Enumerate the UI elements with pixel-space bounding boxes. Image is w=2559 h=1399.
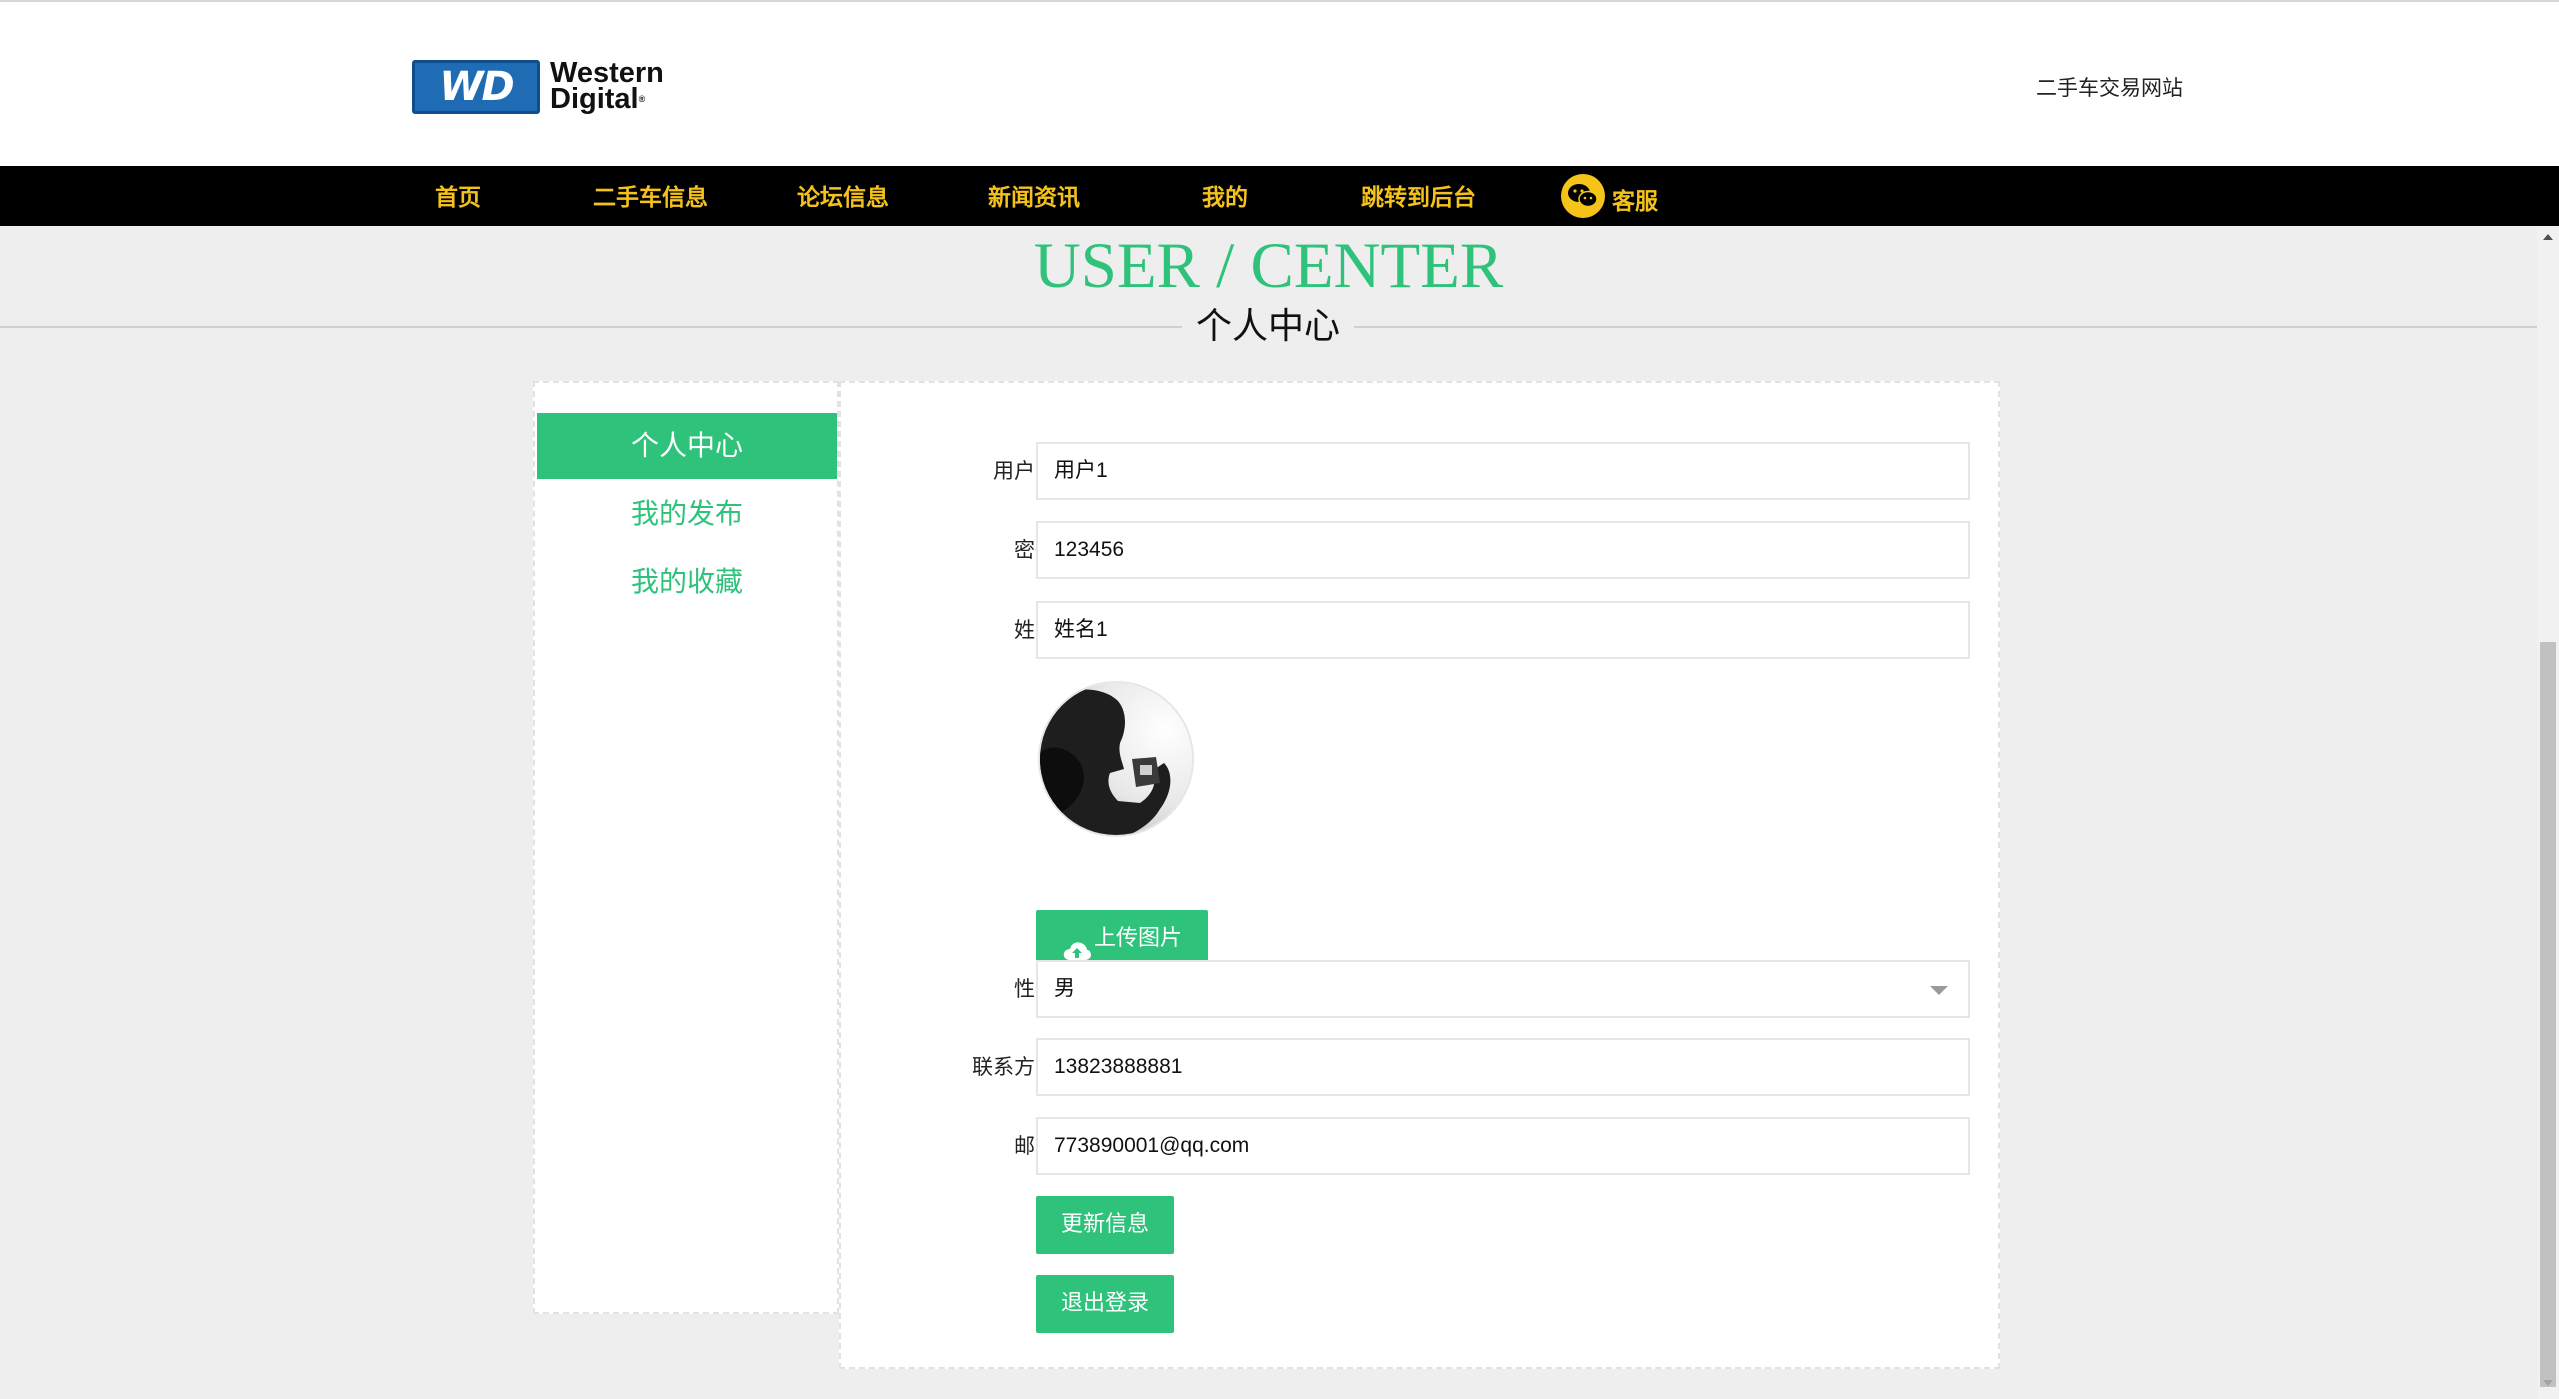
- username-field[interactable]: 用户1: [1036, 442, 1970, 500]
- header: WD Western Digital® 二手车交易网站: [0, 2, 2559, 166]
- sidebar-item-user-center[interactable]: 个人中心: [537, 413, 837, 479]
- sidebar: 个人中心 我的发布 我的收藏: [533, 381, 839, 1314]
- email-label: 邮箱: [1014, 1134, 1056, 1158]
- logo-line2: Digital®: [550, 83, 646, 115]
- scroll-down-icon[interactable]: [2543, 1380, 2553, 1386]
- nav-mine[interactable]: 我的: [1202, 166, 1248, 226]
- nav-news[interactable]: 新闻资讯: [988, 166, 1080, 226]
- profile-form: 用户名 用户1 密码 123456 姓名 姓名1 上传图片 性别 男 联系方式 …: [839, 381, 2000, 1369]
- gender-select[interactable]: 男: [1036, 960, 1970, 1018]
- username-label: 用户名: [993, 459, 1056, 483]
- update-info-button[interactable]: 更新信息: [1036, 1196, 1174, 1254]
- name-label: 姓名: [1014, 618, 1056, 642]
- scrollbar-thumb[interactable]: [2540, 642, 2556, 1387]
- nav-forum[interactable]: 论坛信息: [797, 166, 889, 226]
- sidebar-item-my-favorites[interactable]: 我的收藏: [537, 549, 837, 615]
- nav-admin[interactable]: 跳转到后台: [1361, 166, 1476, 226]
- page-title-en: USER / CENTER: [1033, 230, 1504, 302]
- scroll-up-icon[interactable]: [2543, 234, 2553, 240]
- nav-home[interactable]: 首页: [435, 166, 481, 226]
- wechat-icon[interactable]: [1561, 174, 1605, 218]
- logo-mark: WD: [412, 60, 540, 114]
- email-field[interactable]: 773890001@qq.com: [1036, 1117, 1970, 1175]
- name-field[interactable]: 姓名1: [1036, 601, 1970, 659]
- gender-value: 男: [1054, 977, 1075, 1000]
- chevron-down-icon: [1930, 986, 1948, 995]
- logout-button[interactable]: 退出登录: [1036, 1275, 1174, 1333]
- password-field[interactable]: 123456: [1036, 521, 1970, 579]
- gender-label: 性别: [1014, 977, 1056, 1001]
- scrollbar[interactable]: [2537, 226, 2559, 1399]
- navbar: 首页 二手车信息 论坛信息 新闻资讯 我的 跳转到后台 客服: [0, 166, 2559, 226]
- avatar: [1038, 681, 1194, 837]
- logo[interactable]: WD Western Digital®: [412, 58, 694, 116]
- nav-customer-service[interactable]: 客服: [1612, 170, 1658, 230]
- sidebar-item-my-posts[interactable]: 我的发布: [537, 481, 837, 547]
- phone-field[interactable]: 13823888881: [1036, 1038, 1970, 1096]
- nav-used-cars[interactable]: 二手车信息: [593, 166, 708, 226]
- page-title-cn: 个人中心: [1182, 302, 1354, 352]
- phone-label: 联系方式: [972, 1055, 1056, 1079]
- site-title: 二手车交易网站: [2036, 76, 2183, 100]
- logo-wordmark: Western Digital®: [550, 59, 664, 115]
- password-label: 密码: [1014, 538, 1056, 562]
